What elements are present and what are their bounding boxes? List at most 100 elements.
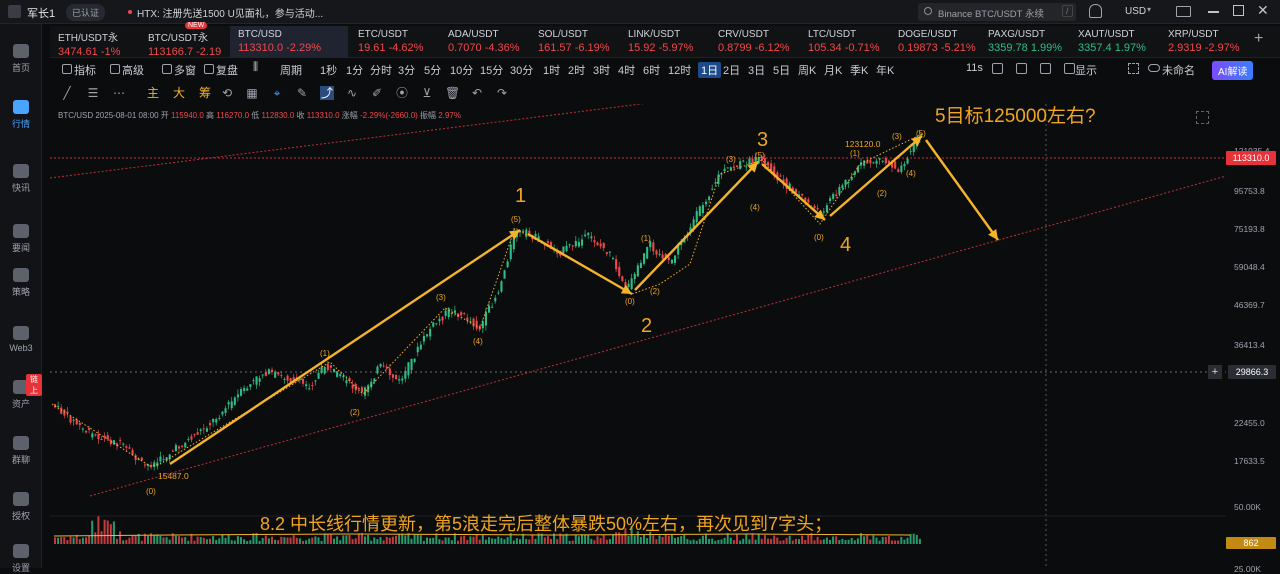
- ruler-icon[interactable]: ╱: [60, 86, 74, 100]
- sidebar-item-8[interactable]: 授权: [0, 492, 42, 522]
- period-19[interactable]: 月K: [824, 62, 842, 78]
- ticker-item[interactable]: BTC/USD 113310.0 -2.29%: [230, 26, 348, 58]
- right-control[interactable]: 11s: [966, 62, 983, 74]
- trend-icon[interactable]: ⤴: [320, 86, 334, 100]
- period-3[interactable]: 3分: [398, 62, 415, 78]
- ticker-item[interactable]: XAUT/USDT 3357.4 1.97%: [1070, 26, 1158, 58]
- period-18[interactable]: 周K: [798, 62, 816, 78]
- toolbar-1[interactable]: 高级: [122, 62, 144, 78]
- cursor-icon[interactable]: ⌖: [270, 86, 284, 100]
- ticker-item[interactable]: PAXG/USDT 3359.78 1.99%: [980, 26, 1068, 58]
- period-6[interactable]: 15分: [480, 62, 503, 78]
- right-control[interactable]: 显示: [1075, 62, 1097, 78]
- period-16[interactable]: 3日: [748, 62, 765, 78]
- ticker-item[interactable]: ETH/USDT永 3474.61 -1%: [50, 26, 138, 58]
- period-4[interactable]: 5分: [424, 62, 441, 78]
- bar-style-icon[interactable]: ⫼: [253, 61, 258, 74]
- period-15[interactable]: 2日: [723, 62, 740, 78]
- period-9[interactable]: 2时: [568, 62, 585, 78]
- sidebar-item-2[interactable]: 快讯: [0, 164, 42, 194]
- ticker-change: -5.97%: [658, 42, 694, 54]
- wave-icon[interactable]: ∿: [345, 86, 359, 100]
- currency-select[interactable]: USD: [1125, 6, 1146, 17]
- fullscreen-icon[interactable]: [1196, 111, 1209, 124]
- search-input[interactable]: Binance BTC/USDT 永续: [938, 6, 1044, 20]
- username[interactable]: 军长1: [27, 5, 55, 21]
- add-ticker-button[interactable]: +: [1254, 30, 1263, 48]
- note-icon[interactable]: ✐: [370, 86, 384, 100]
- pencil-icon[interactable]: [1016, 63, 1027, 74]
- period-1[interactable]: 1分: [346, 62, 363, 78]
- gear-icon[interactable]: [1064, 63, 1075, 74]
- ticker-item[interactable]: DOGE/USDT 0.19873 -5.21%: [890, 26, 978, 58]
- period-5[interactable]: 10分: [450, 62, 473, 78]
- pen-icon[interactable]: ✎: [295, 86, 309, 100]
- add-alert-button[interactable]: +: [1208, 365, 1222, 379]
- sidebar-item-4[interactable]: 策略: [0, 268, 42, 298]
- candle-body: [75, 419, 78, 425]
- lines-icon[interactable]: ☰: [86, 86, 100, 100]
- indicator-toggle-1[interactable]: 大: [172, 86, 186, 100]
- period-2[interactable]: 分时: [370, 62, 392, 78]
- sidebar-item-1[interactable]: 行情: [0, 100, 42, 130]
- sidebar-item-9[interactable]: 设置: [0, 544, 42, 574]
- toolbar-3[interactable]: 复盘: [216, 62, 238, 78]
- ticker-item[interactable]: LINK/USDT 15.92 -5.97%: [620, 26, 708, 58]
- ticker-item[interactable]: CRV/USDT 0.8799 -6.12%: [710, 26, 798, 58]
- maximize-button[interactable]: [1233, 5, 1244, 16]
- expand-icon[interactable]: [1128, 63, 1139, 74]
- candle-body: [134, 455, 137, 461]
- fib-icon[interactable]: ⦿: [395, 86, 409, 100]
- indicator-toggle-2[interactable]: 筹: [198, 86, 212, 100]
- more-icon[interactable]: ⋯: [112, 86, 126, 100]
- period-20[interactable]: 季K: [850, 62, 868, 78]
- period-17[interactable]: 5日: [773, 62, 790, 78]
- sidebar-item-0[interactable]: 首页: [0, 44, 42, 74]
- period-7[interactable]: 30分: [510, 62, 533, 78]
- subwave-marker: (1): [850, 149, 860, 158]
- period-label[interactable]: 周期: [280, 62, 302, 78]
- close-button[interactable]: ✕: [1257, 2, 1269, 19]
- ai-interpret-button[interactable]: AI解读: [1212, 61, 1254, 80]
- period-10[interactable]: 3时: [593, 62, 610, 78]
- avatar[interactable]: [8, 5, 21, 18]
- notice-text[interactable]: HTX: 注册先送1500 U见面礼，参与活动...: [137, 5, 323, 20]
- volume-bar: [643, 534, 645, 544]
- period-21[interactable]: 年K: [876, 62, 894, 78]
- ticker-item[interactable]: BTC/USDT永 113166.7 -2.19: [140, 26, 228, 58]
- search-box[interactable]: Binance BTC/USDT 永续 /: [918, 3, 1076, 21]
- undo-icon[interactable]: ↶: [470, 86, 484, 100]
- redo-icon[interactable]: ↷: [495, 86, 509, 100]
- period-8[interactable]: 1时: [543, 62, 560, 78]
- camera-icon[interactable]: [992, 63, 1003, 74]
- period-14[interactable]: 1日: [698, 62, 722, 78]
- ticker-price: 2.9319 -2.97%: [1168, 42, 1248, 54]
- mail-icon[interactable]: [1176, 6, 1191, 17]
- bell-icon[interactable]: [1089, 4, 1102, 18]
- indicator-toggle-0[interactable]: 主: [146, 86, 160, 100]
- toolbar-2[interactable]: 多窗: [174, 62, 196, 78]
- ticker-item[interactable]: SOL/USDT 161.57 -6.19%: [530, 26, 618, 58]
- period-0[interactable]: 1秒: [320, 62, 337, 78]
- minimize-button[interactable]: [1208, 11, 1219, 13]
- sidebar-item-3[interactable]: 要闻: [0, 224, 42, 254]
- ticker-item[interactable]: LTC/USDT 105.34 -0.71%: [800, 26, 888, 58]
- price-axis[interactable]: 121935.495753.875193.859048.446369.73641…: [1226, 104, 1280, 574]
- sidebar-item-5[interactable]: Web3: [0, 326, 42, 353]
- sidebar-item-6[interactable]: 资产 链上: [0, 374, 42, 410]
- filter-icon[interactable]: ⊻: [420, 86, 434, 100]
- delete-icon[interactable]: 🗑: [445, 86, 460, 100]
- toolbar-0[interactable]: 指标: [74, 62, 96, 78]
- period-12[interactable]: 6时: [643, 62, 660, 78]
- grid-icon[interactable]: ▦: [245, 86, 259, 100]
- refresh-icon[interactable]: ⟲: [220, 86, 234, 100]
- right-control[interactable]: 未命名: [1162, 62, 1195, 78]
- period-11[interactable]: 4时: [618, 62, 635, 78]
- period-13[interactable]: 12时: [668, 62, 691, 78]
- ticker-item[interactable]: ADA/USDT 0.7070 -4.36%: [440, 26, 528, 58]
- ticker-item[interactable]: XRP/USDT 2.9319 -2.97%: [1160, 26, 1248, 58]
- ticker-item[interactable]: ETC/USDT 19.61 -4.62%: [350, 26, 438, 58]
- brush-icon[interactable]: [1040, 63, 1051, 74]
- sidebar-item-7[interactable]: 群聊: [0, 436, 42, 466]
- candlestick-chart[interactable]: 1 2 3 4 5目标125000左右? 8.2 中长线行情更新，第5浪走完后整体暴跌50…: [50, 104, 1226, 568]
